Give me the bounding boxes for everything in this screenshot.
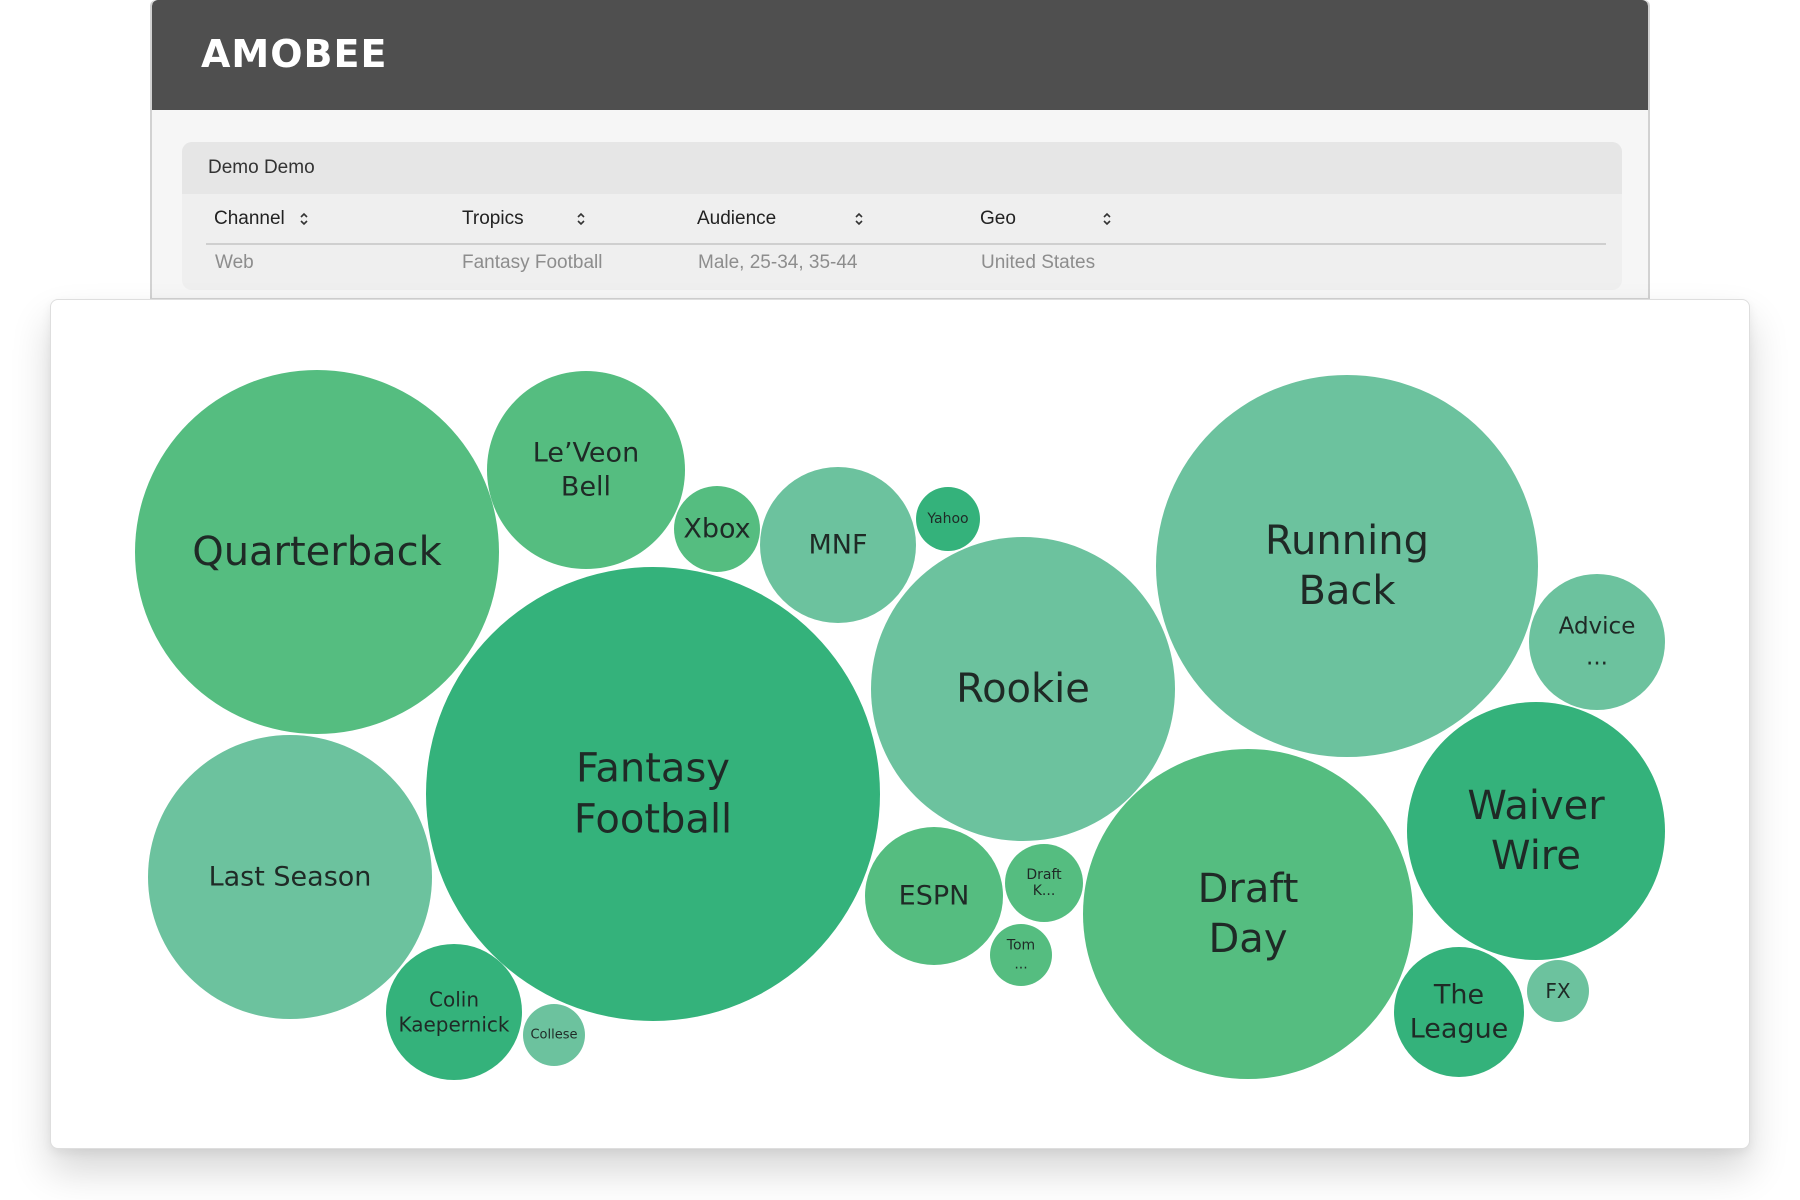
bubble-last-season[interactable]: Last Season xyxy=(148,735,432,1019)
bubble-circle[interactable] xyxy=(1083,749,1413,1079)
bubble-draft-day[interactable]: DraftDay xyxy=(1083,749,1413,1079)
sort-icon[interactable] xyxy=(852,210,866,228)
bubble-label: Fantasy xyxy=(576,746,730,792)
bubble-circle[interactable] xyxy=(487,371,685,569)
bubble-label: Last Season xyxy=(209,862,372,893)
bubble-label: ESPN xyxy=(899,881,970,912)
bubble-label: Kaepernick xyxy=(398,1013,509,1037)
cell-geo: United States xyxy=(981,252,1096,273)
bubble-circle[interactable] xyxy=(1529,574,1665,710)
bubble-draft-k[interactable]: DraftK... xyxy=(1005,844,1083,922)
app-window: AMOBEE Demo Demo Channel Tropics Audienc… xyxy=(150,0,1650,300)
bubble-label: Rookie xyxy=(956,666,1090,712)
column-header-label: Geo xyxy=(980,208,1016,229)
bubble-circle[interactable] xyxy=(1394,947,1524,1077)
column-header-label: Audience xyxy=(697,208,777,229)
bubble-label: League xyxy=(1410,1014,1509,1045)
cell-tropics: Fantasy Football xyxy=(462,252,603,273)
bubble-label: Le’Veon xyxy=(533,438,639,469)
bubble-quarterback[interactable]: Quarterback xyxy=(135,370,499,734)
bubble-label: Draft xyxy=(1198,866,1299,912)
bubble-mnf[interactable]: MNF xyxy=(760,467,916,623)
bubble-circle[interactable] xyxy=(1156,375,1538,757)
bubble-chart: QuarterbackLe’VeonBellXboxMNFYahoo Runnin… xyxy=(135,370,1665,1080)
bubble-label: Day xyxy=(1209,916,1288,962)
bubble-espn[interactable]: ESPN xyxy=(865,827,1003,965)
bubble-chart-card: Quarterback Le’Veon Bell Xbox MNF Yahoo Runnin… xyxy=(50,299,1750,1149)
bubble-label: Xbox xyxy=(683,514,750,545)
column-header-label: Channel xyxy=(214,208,285,229)
bubble-label: Running xyxy=(1265,518,1429,564)
sort-icon[interactable] xyxy=(1100,210,1114,228)
sort-icon[interactable] xyxy=(297,210,311,228)
bubble-le-veon-bell[interactable]: Le’VeonBell xyxy=(487,371,685,569)
bubble-label: K... xyxy=(1033,883,1056,899)
table-divider xyxy=(206,243,1606,245)
bubble-label: Back xyxy=(1298,568,1396,614)
bubble-fx[interactable]: FX xyxy=(1527,960,1589,1022)
bubble-label: Yahoo xyxy=(926,511,968,527)
cell-audience: Male, 25-34, 35-44 xyxy=(698,252,858,273)
bubble-rookie[interactable]: Rookie xyxy=(871,537,1175,841)
bubble-running-back[interactable]: RunningBack xyxy=(1156,375,1538,757)
column-header-tropics[interactable]: Tropics xyxy=(462,208,588,230)
app-header: AMOBEE xyxy=(152,0,1648,110)
bubble-colin-kaepernick[interactable]: ColinKaepernick xyxy=(386,944,522,1080)
bubble-label: Wire xyxy=(1491,833,1581,879)
bubble-label: FX xyxy=(1545,979,1571,1003)
bubble-label: Advice xyxy=(1559,614,1636,640)
bubble-the-league[interactable]: TheLeague xyxy=(1394,947,1524,1077)
bubble-waiver-wire[interactable]: WaiverWire xyxy=(1407,702,1665,960)
bubble-advice[interactable]: Advice... xyxy=(1529,574,1665,710)
query-panel: Demo Demo Channel Tropics Audience Geo W… xyxy=(182,142,1622,290)
panel-header: Demo Demo xyxy=(182,142,1622,194)
bubble-label: Bell xyxy=(561,472,611,503)
bubble-label: MNF xyxy=(808,530,867,561)
bubble-label: ... xyxy=(1586,645,1608,671)
bubble-fantasy-football[interactable]: Fantasy Football xyxy=(426,567,880,1021)
bubble-label: Football xyxy=(574,797,732,843)
bubble-label: ... xyxy=(1014,957,1027,973)
column-header-channel[interactable]: Channel xyxy=(214,208,311,230)
bubble-collese[interactable]: Collese xyxy=(523,1004,585,1066)
bubble-label: Colin xyxy=(429,988,479,1012)
bubble-yahoo[interactable]: Yahoo xyxy=(916,487,980,551)
column-header-label: Tropics xyxy=(462,208,524,229)
cell-channel: Web xyxy=(215,252,254,273)
bubble-xbox[interactable]: Xbox xyxy=(674,486,760,572)
bubble-label: Collese xyxy=(530,1028,577,1043)
bubble-circle[interactable] xyxy=(426,567,880,1021)
panel-title: Demo Demo xyxy=(208,157,315,178)
bubble-label: Tom xyxy=(1006,938,1035,954)
bubble-label: The xyxy=(1433,980,1484,1011)
bubble-circle[interactable] xyxy=(990,924,1052,986)
column-header-geo[interactable]: Geo xyxy=(980,208,1114,230)
bubble-tom[interactable]: Tom... xyxy=(990,924,1052,986)
sort-icon[interactable] xyxy=(574,210,588,228)
bubble-label: Quarterback xyxy=(192,529,442,575)
amobee-logo: AMOBEE xyxy=(201,32,388,76)
bubble-circle[interactable] xyxy=(1407,702,1665,960)
bubble-label: Draft xyxy=(1026,867,1062,883)
column-header-audience[interactable]: Audience xyxy=(697,208,866,230)
bubble-label: Waiver xyxy=(1467,783,1605,829)
